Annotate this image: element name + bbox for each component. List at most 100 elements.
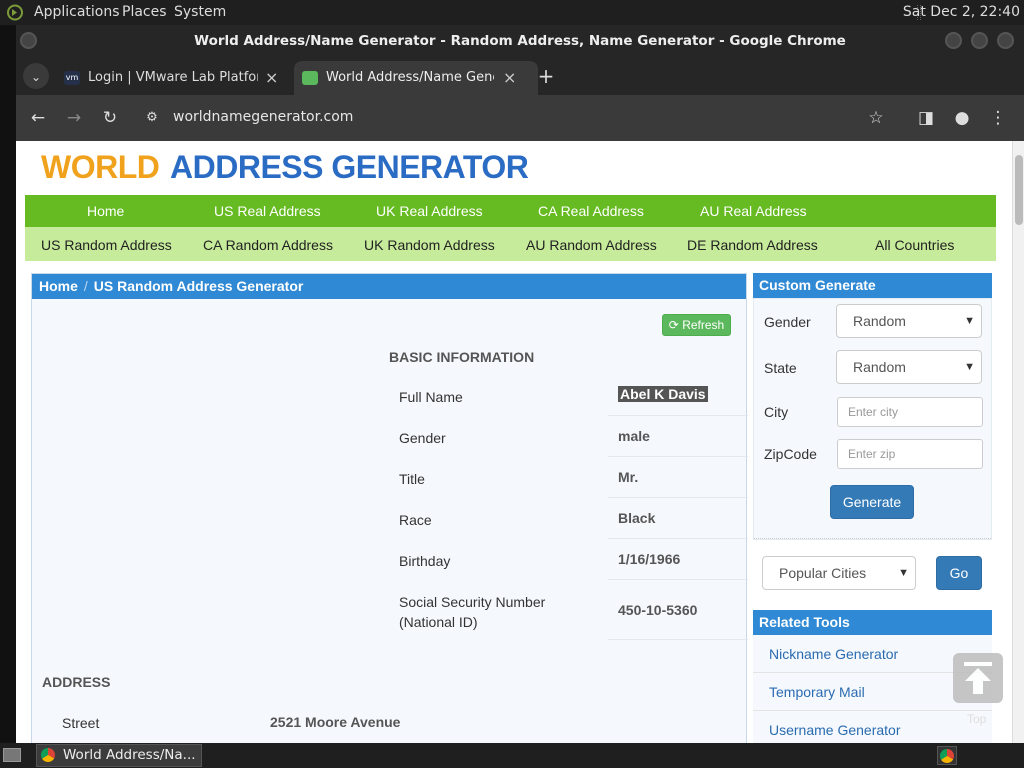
window-menu-icon[interactable] — [20, 32, 37, 49]
vm-icon: vm — [64, 71, 80, 85]
window-titlebar[interactable]: World Address/Name Generator - Random Ad… — [16, 25, 1024, 57]
tab-search-button[interactable]: ⌄ — [23, 63, 49, 89]
zipcode-label: ZipCode — [764, 446, 817, 462]
refresh-button[interactable]: ⟳ Refresh — [662, 314, 731, 336]
new-tab-button[interactable]: + — [533, 63, 559, 89]
tray-chrome-icon[interactable] — [937, 746, 957, 765]
more-menu-icon[interactable]: ⋮ — [986, 106, 1010, 130]
field-gender: Gender male — [389, 416, 748, 457]
menu-places[interactable]: Places — [122, 4, 167, 20]
chevron-down-icon: ⌄ — [30, 70, 42, 84]
taskbar-window-button[interactable]: World Address/Na... — [36, 744, 202, 767]
field-value[interactable]: 1/16/1966 — [618, 551, 680, 567]
nav-uk-random-address[interactable]: UK Random Address — [364, 237, 495, 253]
tool-username-generator[interactable]: Username Generator — [753, 711, 992, 743]
secondary-nav: US Random Address CA Random Address UK R… — [25, 227, 996, 261]
bookmark-star-icon[interactable]: ☆ — [864, 106, 888, 130]
clock[interactable]: Sat Dec 2, 22:40 — [903, 4, 1020, 20]
tab-title: Login | VMware Lab Platform — [88, 70, 258, 85]
zipcode-input[interactable]: Enter zip — [837, 439, 983, 469]
chrome-icon — [940, 749, 954, 763]
field-value[interactable]: Black — [618, 510, 655, 526]
field-ssn: Social Security Number (National ID) 450… — [389, 580, 748, 640]
site-settings-icon[interactable]: ⚙ — [140, 106, 164, 130]
city-input[interactable]: Enter city — [837, 397, 983, 427]
field-full-name: Full Name Abel K Davis — [389, 375, 748, 416]
close-tab-icon[interactable]: × — [503, 61, 516, 95]
scrollbar-thumb[interactable] — [1015, 155, 1023, 225]
breadcrumb-home[interactable]: Home — [39, 278, 78, 294]
tab-vmware-login[interactable]: vm Login | VMware Lab Platform × — [56, 61, 288, 95]
chevron-down-icon: ▼ — [898, 567, 909, 579]
show-desktop-icon[interactable] — [3, 748, 21, 762]
logo-address-generator[interactable]: ADDRESS GENERATOR — [170, 149, 529, 186]
city-label: City — [764, 404, 789, 420]
plus-icon: + — [537, 64, 555, 88]
main-panel: Home / US Random Address Generator ⟳ Refre… — [31, 273, 748, 743]
tab-title: World Address/Name Generator — [326, 70, 494, 85]
nav-us-random-address[interactable]: US Random Address — [41, 237, 172, 253]
field-label: Title — [399, 471, 425, 487]
state-select[interactable]: Random ▼ — [836, 350, 982, 384]
basic-info-heading: BASIC INFORMATION — [389, 349, 535, 365]
nav-au-random-address[interactable]: AU Random Address — [526, 237, 657, 253]
field-label: Gender — [399, 430, 446, 446]
address-heading: ADDRESS — [42, 674, 111, 690]
close-tab-icon[interactable]: × — [265, 61, 278, 95]
back-to-top-label: Top — [967, 712, 987, 726]
nav-au-real-address[interactable]: AU Real Address — [700, 203, 807, 219]
chevron-down-icon: ▼ — [964, 361, 975, 373]
site-banner: WORLD ADDRESS GENERATOR — [25, 141, 996, 195]
page-scrollbar[interactable] — [1012, 141, 1024, 743]
related-tools-heading: Related Tools — [753, 610, 992, 635]
field-value[interactable]: 450-10-5360 — [618, 602, 697, 618]
field-value[interactable]: Mr. — [618, 469, 638, 485]
gender-select[interactable]: Random ▼ — [836, 304, 982, 338]
nav-ca-real-address[interactable]: CA Real Address — [538, 203, 644, 219]
web-page: WORLD ADDRESS GENERATOR Home US Real Add… — [25, 141, 1003, 743]
row-divider — [608, 639, 748, 640]
field-birthday: Birthday 1/16/1966 — [389, 539, 748, 580]
desktop-top-panel: Applications Places System Sat Dec 2, 22… — [0, 0, 1024, 25]
window-title: World Address/Name Generator - Random Ad… — [194, 33, 846, 49]
profile-icon[interactable]: ● — [950, 106, 974, 130]
refresh-label: Refresh — [682, 318, 725, 332]
gnome-foot-icon[interactable] — [6, 4, 24, 21]
side-panel-icon[interactable]: ◨ — [914, 106, 938, 130]
back-icon[interactable]: ← — [26, 106, 50, 130]
breadcrumb-separator: / — [83, 278, 88, 294]
generate-button[interactable]: Generate — [830, 485, 914, 519]
field-value[interactable]: Abel K Davis — [618, 386, 708, 402]
tab-world-address[interactable]: World Address/Name Generator × — [294, 61, 538, 95]
street-value[interactable]: 2521 Moore Avenue — [270, 714, 400, 730]
nav-ca-random-address[interactable]: CA Random Address — [203, 237, 333, 253]
nav-de-random-address[interactable]: DE Random Address — [687, 237, 818, 253]
field-value[interactable]: male — [618, 428, 650, 444]
nav-uk-real-address[interactable]: UK Real Address — [376, 203, 483, 219]
nav-home[interactable]: Home — [87, 203, 124, 219]
nav-all-countries[interactable]: All Countries — [875, 237, 954, 253]
maximize-icon[interactable] — [971, 32, 988, 49]
popular-cities-value: Popular Cities — [779, 565, 867, 581]
custom-generate-form: Gender Random ▼ State Random ▼ City Ente… — [753, 298, 992, 540]
forward-icon[interactable]: → — [62, 106, 86, 130]
popular-cities-select[interactable]: Popular Cities ▼ — [762, 556, 916, 590]
custom-generate-heading: Custom Generate — [753, 273, 992, 298]
menu-system[interactable]: System — [174, 4, 226, 20]
nav-us-real-address[interactable]: US Real Address — [214, 203, 321, 219]
reload-icon[interactable]: ↻ — [98, 106, 122, 130]
browser-toolbar: ← → ↻ ⚙ worldnamegenerator.com ☆ ◨ ● ⋮ — [16, 95, 1024, 141]
breadcrumb: Home / US Random Address Generator — [32, 274, 746, 299]
minimize-icon[interactable] — [945, 32, 962, 49]
back-to-top-button[interactable] — [953, 653, 1003, 703]
address-bar[interactable]: worldnamegenerator.com — [173, 109, 353, 125]
gender-select-value: Random — [853, 313, 906, 329]
go-button[interactable]: Go — [936, 556, 982, 590]
logo-world[interactable]: WORLD — [41, 149, 160, 186]
refresh-icon: ⟳ — [668, 318, 679, 332]
field-label: Birthday — [399, 553, 451, 569]
field-label: Race — [399, 512, 432, 528]
desktop-taskbar: World Address/Na... — [0, 743, 1024, 768]
menu-applications[interactable]: Applications — [34, 4, 120, 20]
close-window-icon[interactable] — [997, 32, 1014, 49]
